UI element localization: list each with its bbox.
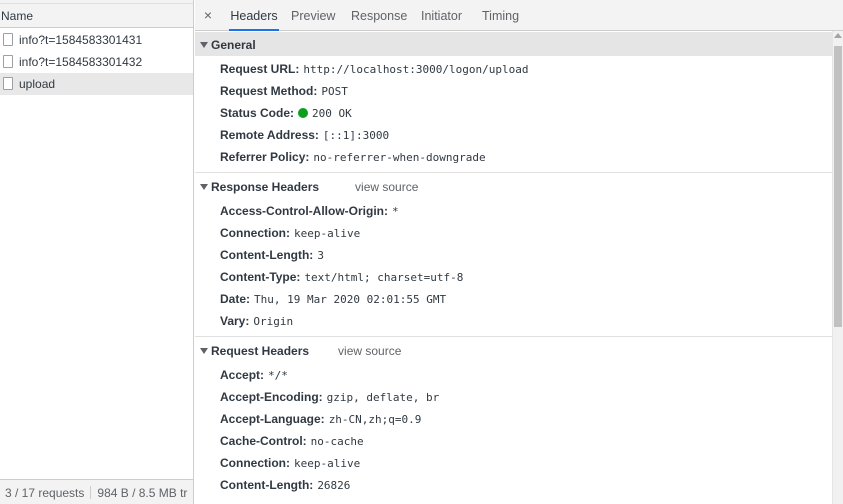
response-header-row: Content-Length: 3 xyxy=(220,248,324,270)
scroll-up-arrow-icon[interactable] xyxy=(834,33,842,38)
response-header-row: Date: Thu, 19 Mar 2020 02:01:55 GMT xyxy=(220,292,446,314)
section-title: Request Headers xyxy=(211,344,310,358)
detail-tabbar: × Headers Preview Response Initiator Tim… xyxy=(195,0,843,31)
view-source-link[interactable]: view source xyxy=(355,180,418,194)
section-divider xyxy=(195,172,832,173)
header-key: Accept: xyxy=(220,368,265,382)
response-header-row: Vary: Origin xyxy=(220,314,293,336)
response-header-row: Content-Type: text/html; charset=utf-8 xyxy=(220,270,463,292)
headers-content: General Request URL: http://localhost:300… xyxy=(195,31,832,504)
header-key: Connection: xyxy=(220,456,290,470)
request-row[interactable]: info?t=1584583301431 xyxy=(0,29,193,51)
header-key: Vary: xyxy=(220,314,250,328)
request-header-row: Accept: */* xyxy=(220,368,288,390)
status-ok-dot-icon xyxy=(298,108,309,118)
file-icon xyxy=(3,55,13,68)
response-headers-section-header[interactable]: Response Headers view source xyxy=(195,174,832,198)
header-value: keep-alive xyxy=(294,457,361,470)
header-key: Content-Length: xyxy=(220,248,314,262)
header-key: Accept-Encoding: xyxy=(220,390,323,404)
tab-preview[interactable]: Preview xyxy=(291,0,335,31)
name-column-header[interactable]: Name xyxy=(0,4,193,28)
response-header-row: Access-Control-Allow-Origin: * xyxy=(220,204,399,226)
header-key: Access-Control-Allow-Origin: xyxy=(220,204,389,218)
header-value: 200 OK xyxy=(312,107,352,120)
request-name: info?t=1584583301431 xyxy=(19,33,143,47)
header-value: gzip, deflate, br xyxy=(326,391,440,404)
response-header-row: Connection: keep-alive xyxy=(220,226,360,248)
general-row: Status Code: 200 OK xyxy=(220,106,352,128)
header-value: POST xyxy=(321,85,348,98)
general-row: Referrer Policy: no-referrer-when-downgra… xyxy=(220,150,486,172)
tab-initiator[interactable]: Initiator xyxy=(421,0,462,31)
section-title: General xyxy=(211,38,256,52)
header-value: no-cache xyxy=(310,435,364,448)
general-row: Remote Address: [::1]:3000 xyxy=(220,128,389,150)
request-detail-pane: × Headers Preview Response Initiator Tim… xyxy=(195,0,843,504)
scrollbar-thumb[interactable] xyxy=(834,46,842,327)
status-divider xyxy=(90,486,92,499)
view-source-link[interactable]: view source xyxy=(338,344,401,358)
request-headers-section-header[interactable]: Request Headers view source xyxy=(195,338,832,362)
tab-timing[interactable]: Timing xyxy=(482,0,519,31)
request-list-pane: Name info?t=1584583301431 info?t=1584583… xyxy=(0,0,194,504)
header-key: Content-Length: xyxy=(220,478,314,492)
header-key: Remote Address: xyxy=(220,128,319,142)
header-value: text/html; charset=utf-8 xyxy=(304,271,464,284)
header-key: Request Method: xyxy=(220,84,318,98)
disclosure-triangle-icon xyxy=(200,184,208,190)
close-icon[interactable]: × xyxy=(201,7,215,23)
header-value: 26826 xyxy=(317,479,351,492)
tab-headers[interactable]: Headers xyxy=(229,0,279,31)
section-title: Response Headers xyxy=(211,180,320,194)
header-value: Origin xyxy=(253,315,294,328)
header-value: [::1]:3000 xyxy=(322,129,390,142)
request-row[interactable]: info?t=1584583301432 xyxy=(0,51,193,73)
header-value: zh-CN,zh;q=0.9 xyxy=(328,413,422,426)
header-value: http://localhost:3000/logon/upload xyxy=(303,63,529,76)
header-key: Date: xyxy=(220,292,251,306)
request-row-selected[interactable]: upload xyxy=(0,73,193,95)
header-key: Referrer Policy: xyxy=(220,150,310,164)
header-value: */* xyxy=(268,369,288,382)
network-status-bar: 3 / 17 requests 984 B / 8.5 MB tr xyxy=(0,479,193,504)
transferred-size: 984 B / 8.5 MB tr xyxy=(97,486,188,500)
file-icon xyxy=(3,33,13,46)
header-value: 3 xyxy=(317,249,324,262)
general-section-header[interactable]: General xyxy=(195,32,832,56)
header-key: Request URL: xyxy=(220,62,300,76)
vertical-scrollbar[interactable] xyxy=(832,31,843,504)
request-name: upload xyxy=(19,77,56,91)
header-value: keep-alive xyxy=(294,227,361,240)
header-key: Content-Type: xyxy=(220,270,301,284)
request-header-row: Accept-Language: zh-CN,zh;q=0.9 xyxy=(220,412,421,434)
request-count: 3 / 17 requests xyxy=(5,486,85,500)
header-key: Cache-Control: xyxy=(220,434,307,448)
tab-response[interactable]: Response xyxy=(351,0,407,31)
header-value: Thu, 19 Mar 2020 02:01:55 GMT xyxy=(254,293,447,306)
header-key: Accept-Language: xyxy=(220,412,325,426)
request-header-row: Accept-Encoding: gzip, deflate, br xyxy=(220,390,439,412)
disclosure-triangle-icon xyxy=(200,42,208,48)
header-key: Status Code: xyxy=(220,106,295,120)
general-row: Request URL: http://localhost:3000/logon/… xyxy=(220,62,529,84)
request-header-row: Connection: keep-alive xyxy=(220,456,360,478)
request-name: info?t=1584583301432 xyxy=(19,55,143,69)
header-key: Connection: xyxy=(220,226,290,240)
general-row: Request Method: POST xyxy=(220,84,348,106)
file-icon xyxy=(3,77,13,90)
request-header-row: Cache-Control: no-cache xyxy=(220,434,364,456)
section-divider xyxy=(195,336,832,337)
disclosure-triangle-icon xyxy=(200,348,208,354)
request-header-row: Content-Length: 26826 xyxy=(220,478,350,500)
header-value: * xyxy=(392,205,399,218)
header-value: no-referrer-when-downgrade xyxy=(313,151,486,164)
